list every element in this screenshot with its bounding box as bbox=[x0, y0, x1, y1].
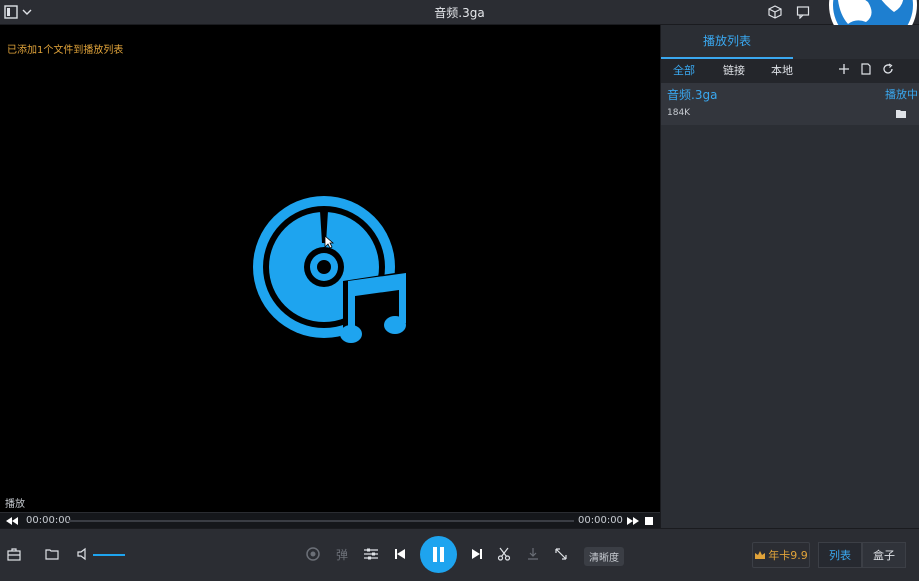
playlist-item[interactable]: 音频.3ga 播放中 184K bbox=[661, 83, 919, 125]
fullscreen-icon[interactable] bbox=[552, 545, 570, 563]
mouse-cursor-icon bbox=[324, 235, 334, 249]
folder-icon[interactable] bbox=[896, 109, 906, 118]
current-time: 00:00:00 bbox=[26, 515, 71, 526]
total-time: 00:00:00 bbox=[578, 515, 623, 526]
open-folder-icon[interactable] bbox=[43, 545, 61, 563]
pause-button[interactable] bbox=[420, 536, 457, 573]
vip-card-button[interactable]: 年卡9.9 bbox=[752, 542, 810, 568]
pause-icon bbox=[433, 547, 444, 562]
seek-track[interactable] bbox=[68, 520, 574, 522]
item-size: 184K bbox=[667, 108, 691, 118]
file-icon[interactable] bbox=[860, 63, 872, 75]
item-name: 音频.3ga bbox=[667, 88, 718, 102]
volume-icon[interactable] bbox=[74, 545, 92, 563]
add-icon[interactable] bbox=[838, 63, 850, 75]
danmaku-button[interactable]: 弹 bbox=[333, 545, 351, 563]
rewind-icon[interactable] bbox=[5, 516, 19, 526]
equalizer-icon[interactable] bbox=[362, 545, 380, 563]
quality-button[interactable]: 清晰度 bbox=[584, 547, 624, 566]
box-3d-icon[interactable] bbox=[768, 4, 784, 20]
list-toggle[interactable]: 列表 bbox=[818, 542, 862, 568]
volume-slider[interactable] bbox=[93, 554, 125, 556]
tab-all[interactable]: 全部 bbox=[663, 59, 705, 83]
stop-icon[interactable] bbox=[644, 516, 654, 526]
control-bar: 弹 清晰度 年卡9.9 列表 盒子 bbox=[0, 528, 919, 581]
download-icon[interactable] bbox=[524, 545, 542, 563]
playlist-tabs: 全部 链接 本地 bbox=[661, 59, 919, 83]
fast-forward-icon[interactable] bbox=[626, 516, 640, 526]
audio-disc-icon bbox=[253, 196, 408, 343]
previous-icon[interactable] bbox=[391, 545, 409, 563]
scissors-icon[interactable] bbox=[495, 545, 513, 563]
playlist-panel: 播放列表 全部 链接 本地 音频.3ga 播放中 184K bbox=[660, 25, 919, 528]
toolbox-icon[interactable] bbox=[5, 545, 23, 563]
added-notice: 已添加1个文件到播放列表 bbox=[7, 45, 124, 56]
video-area[interactable]: 已添加1个文件到播放列表 播放 bbox=[0, 25, 660, 512]
box-toggle[interactable]: 盒子 bbox=[862, 542, 906, 568]
seek-bar: 00:00:00 00:00:00 bbox=[0, 512, 660, 529]
playlist-heading[interactable]: 播放列表 bbox=[661, 25, 793, 59]
vip-label: 年卡9.9 bbox=[768, 549, 808, 562]
next-icon[interactable] bbox=[468, 545, 486, 563]
title-bar: 音频.3ga bbox=[0, 0, 919, 25]
playback-status: 播放 bbox=[5, 499, 25, 510]
message-icon[interactable] bbox=[796, 4, 812, 20]
crown-icon bbox=[755, 551, 766, 559]
tab-links[interactable]: 链接 bbox=[713, 59, 755, 83]
tab-local[interactable]: 本地 bbox=[761, 59, 803, 83]
3d-mode-icon[interactable] bbox=[304, 545, 322, 563]
refresh-icon[interactable] bbox=[882, 63, 894, 75]
item-status: 播放中 bbox=[885, 88, 918, 101]
